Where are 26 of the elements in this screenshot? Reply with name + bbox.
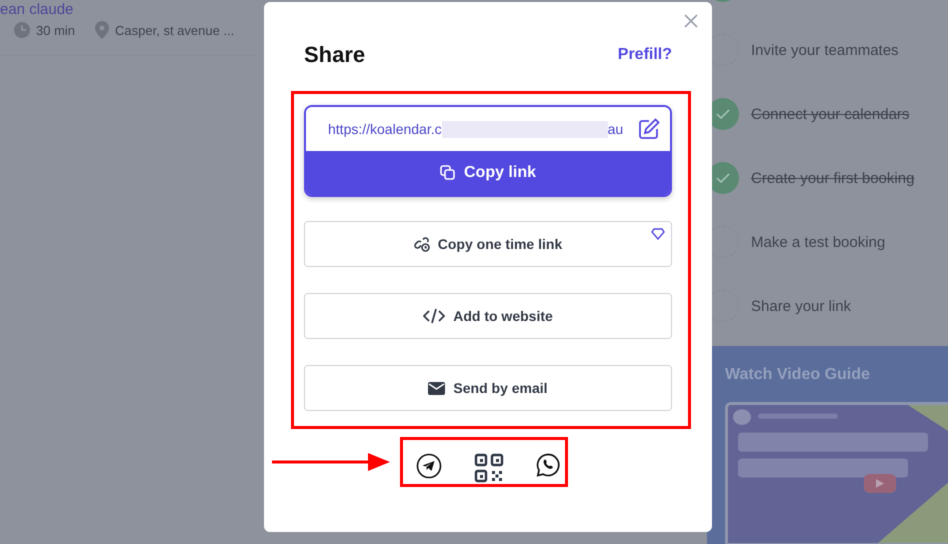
checklist-item: Share your link <box>751 298 852 314</box>
url-field[interactable]: https://koalendar.c au <box>306 107 670 151</box>
video-guide-title: Watch Video Guide <box>725 366 871 384</box>
checklist-item: Make a test booking <box>751 234 886 250</box>
location-pin-icon <box>95 21 110 39</box>
copy-icon <box>440 165 456 181</box>
link-clock-icon <box>414 236 430 252</box>
clock-icon <box>14 22 30 38</box>
one-time-link-button[interactable]: Copy one time link <box>304 221 672 267</box>
send-email-button[interactable]: Send by email <box>304 365 672 411</box>
dialog-title: Share <box>304 42 366 68</box>
envelope-icon <box>428 382 446 394</box>
event-title: ean claude <box>0 1 74 18</box>
checklist-item: Connect your calendars <box>751 106 910 122</box>
code-icon <box>423 308 446 324</box>
edit-icon[interactable] <box>638 118 660 140</box>
close-icon[interactable] <box>682 12 700 30</box>
prefill-link[interactable]: Prefill? <box>618 46 672 64</box>
checklist-item: Invite your teammates <box>751 42 899 58</box>
add-to-website-button[interactable]: Add to website <box>304 293 672 339</box>
copy-link-button[interactable]: Copy link <box>306 151 670 195</box>
location-text: Casper, st avenue ... <box>115 22 234 38</box>
diamond-icon <box>651 228 665 240</box>
qr-code-icon[interactable] <box>474 453 504 483</box>
duration-text: 30 min <box>36 22 76 38</box>
checklist-item: Create your first booking <box>751 170 914 186</box>
